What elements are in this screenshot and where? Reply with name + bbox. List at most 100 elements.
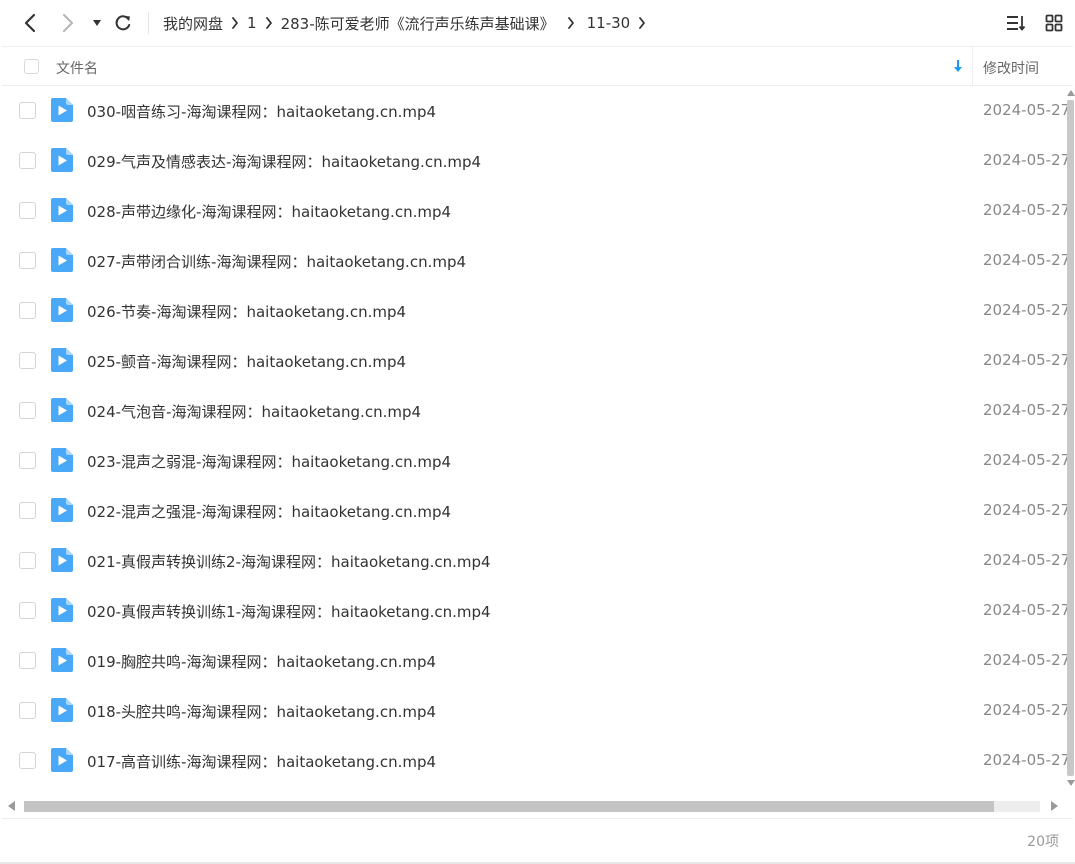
file-name[interactable]: 018-头腔共鸣-海淘课程网：haitaoketang.cn.mp4	[87, 701, 436, 722]
breadcrumb-item-course[interactable]: 283-陈可爱老师《流行声乐练声基础课》	[281, 13, 555, 34]
toolbar: 我的网盘 1 283-陈可爱老师《流行声乐练声基础课》 11-30	[0, 0, 1075, 46]
file-name[interactable]: 022-混声之强混-海淘课程网：haitaoketang.cn.mp4	[87, 501, 451, 522]
status-footer: 20项	[2, 818, 1073, 862]
file-modified-time: 2024-05-27	[983, 551, 1069, 569]
file-row[interactable]: 018-头腔共鸣-海淘课程网：haitaoketang.cn.mp4 2024-0…	[2, 686, 1069, 736]
row-checkbox[interactable]	[19, 702, 36, 719]
video-file-icon	[51, 298, 73, 322]
file-row[interactable]: 029-气声及情感表达-海淘课程网：haitaoketang.cn.mp4 202…	[2, 136, 1069, 186]
row-checkbox[interactable]	[19, 402, 36, 419]
column-modified-header[interactable]: 修改时间	[983, 58, 1039, 78]
sort-down-arrow-icon[interactable]	[952, 59, 964, 73]
row-checkbox[interactable]	[19, 202, 36, 219]
scroll-left-arrow-icon[interactable]	[8, 801, 15, 811]
file-row[interactable]: 017-高音训练-海淘课程网：haitaoketang.cn.mp4 2024-0…	[2, 736, 1069, 786]
video-file-icon	[51, 598, 73, 622]
history-dropdown-button[interactable]	[85, 10, 109, 36]
horizontal-scroll-thumb[interactable]	[24, 801, 994, 812]
file-name[interactable]: 019-胸腔共鸣-海淘课程网：haitaoketang.cn.mp4	[87, 651, 436, 672]
scroll-right-arrow-icon[interactable]	[1051, 801, 1058, 811]
row-checkbox[interactable]	[19, 502, 36, 519]
arrow-left-icon	[24, 13, 36, 33]
file-modified-time: 2024-05-27	[983, 401, 1069, 419]
file-name[interactable]: 020-真假声转换训练1-海淘课程网：haitaoketang.cn.mp4	[87, 601, 491, 622]
scroll-up-arrow-icon[interactable]	[1067, 90, 1075, 96]
file-modified-time: 2024-05-27	[983, 501, 1069, 519]
file-name[interactable]: 021-真假声转换训练2-海淘课程网：haitaoketang.cn.mp4	[87, 551, 491, 572]
file-modified-time: 2024-05-27	[983, 301, 1069, 319]
file-row[interactable]: 030-咽音练习-海淘课程网：haitaoketang.cn.mp4 2024-0…	[2, 86, 1069, 136]
scroll-down-arrow-icon[interactable]	[1067, 780, 1075, 786]
back-button[interactable]	[18, 10, 42, 36]
file-modified-time: 2024-05-27	[983, 351, 1069, 369]
breadcrumb-item-root[interactable]: 我的网盘	[163, 13, 223, 34]
video-file-icon	[51, 348, 73, 372]
file-modified-time: 2024-05-27	[983, 101, 1069, 119]
file-modified-time: 2024-05-27	[983, 601, 1069, 619]
file-name[interactable]: 024-气泡音-海淘课程网：haitaoketang.cn.mp4	[87, 401, 421, 422]
file-modified-time: 2024-05-27	[983, 751, 1069, 769]
file-name[interactable]: 029-气声及情感表达-海淘课程网：haitaoketang.cn.mp4	[87, 151, 481, 172]
breadcrumb-item-1[interactable]: 1	[247, 14, 257, 32]
file-modified-time: 2024-05-27	[983, 251, 1069, 269]
sort-list-icon	[1007, 16, 1026, 31]
file-name[interactable]: 030-咽音练习-海淘课程网：haitaoketang.cn.mp4	[87, 101, 436, 122]
file-row[interactable]: 021-真假声转换训练2-海淘课程网：haitaoketang.cn.mp4 20…	[2, 536, 1069, 586]
video-file-icon	[51, 748, 73, 772]
arrow-right-icon	[62, 13, 74, 33]
file-modified-time: 2024-05-27	[983, 451, 1069, 469]
file-name[interactable]: 028-声带边缘化-海淘课程网：haitaoketang.cn.mp4	[87, 201, 451, 222]
row-checkbox[interactable]	[19, 452, 36, 469]
forward-button[interactable]	[56, 10, 80, 36]
row-checkbox[interactable]	[19, 652, 36, 669]
video-file-icon	[51, 448, 73, 472]
file-name[interactable]: 027-声带闭合训练-海淘课程网：haitaoketang.cn.mp4	[87, 251, 466, 272]
column-divider[interactable]	[972, 47, 973, 86]
file-row[interactable]: 022-混声之强混-海淘课程网：haitaoketang.cn.mp4 2024-…	[2, 486, 1069, 536]
grid-view-icon	[1045, 14, 1063, 32]
video-file-icon	[51, 498, 73, 522]
vertical-scrollbar[interactable]	[1066, 90, 1075, 790]
row-checkbox[interactable]	[19, 302, 36, 319]
file-row[interactable]: 023-混声之弱混-海淘课程网：haitaoketang.cn.mp4 2024-…	[2, 436, 1069, 486]
file-row[interactable]: 027-声带闭合训练-海淘课程网：haitaoketang.cn.mp4 2024…	[2, 236, 1069, 286]
toolbar-separator	[148, 12, 149, 34]
chevron-right-icon	[556, 17, 586, 29]
chevron-right-icon[interactable]	[631, 17, 653, 29]
horizontal-scrollbar[interactable]	[8, 799, 1060, 813]
file-name[interactable]: 025-颤音-海淘课程网：haitaoketang.cn.mp4	[87, 351, 406, 372]
refresh-button[interactable]	[111, 10, 135, 36]
row-checkbox[interactable]	[19, 352, 36, 369]
row-checkbox[interactable]	[19, 552, 36, 569]
breadcrumb-item-current[interactable]: 11-30	[587, 14, 631, 32]
row-checkbox[interactable]	[19, 252, 36, 269]
row-checkbox[interactable]	[19, 602, 36, 619]
row-checkbox[interactable]	[19, 152, 36, 169]
chevron-right-icon	[258, 17, 280, 29]
file-modified-time: 2024-05-27	[983, 151, 1069, 169]
file-row[interactable]: 026-节奏-海淘课程网：haitaoketang.cn.mp4 2024-05-…	[2, 286, 1069, 336]
vertical-scroll-thumb[interactable]	[1067, 100, 1074, 776]
file-row[interactable]: 028-声带边缘化-海淘课程网：haitaoketang.cn.mp4 2024-…	[2, 186, 1069, 236]
video-file-icon	[51, 398, 73, 422]
sort-button[interactable]	[1003, 10, 1029, 36]
file-name[interactable]: 023-混声之弱混-海淘课程网：haitaoketang.cn.mp4	[87, 451, 451, 472]
file-name[interactable]: 017-高音训练-海淘课程网：haitaoketang.cn.mp4	[87, 751, 436, 772]
grid-view-button[interactable]	[1041, 10, 1067, 36]
refresh-icon	[115, 15, 131, 31]
file-row[interactable]: 024-气泡音-海淘课程网：haitaoketang.cn.mp4 2024-05…	[2, 386, 1069, 436]
file-modified-time: 2024-05-27	[983, 701, 1069, 719]
row-checkbox[interactable]	[19, 102, 36, 119]
column-name-header[interactable]: 文件名	[56, 58, 98, 78]
file-name[interactable]: 026-节奏-海淘课程网：haitaoketang.cn.mp4	[87, 301, 406, 322]
row-checkbox[interactable]	[19, 752, 36, 769]
file-row[interactable]: 020-真假声转换训练1-海淘课程网：haitaoketang.cn.mp4 20…	[2, 586, 1069, 636]
file-modified-time: 2024-05-27	[983, 201, 1069, 219]
file-row[interactable]: 019-胸腔共鸣-海淘课程网：haitaoketang.cn.mp4 2024-0…	[2, 636, 1069, 686]
select-all-checkbox[interactable]	[24, 59, 39, 74]
file-row[interactable]: 025-颤音-海淘课程网：haitaoketang.cn.mp4 2024-05-…	[2, 336, 1069, 386]
video-file-icon	[51, 198, 73, 222]
video-file-icon	[51, 248, 73, 272]
chevron-right-icon	[224, 17, 246, 29]
video-file-icon	[51, 648, 73, 672]
